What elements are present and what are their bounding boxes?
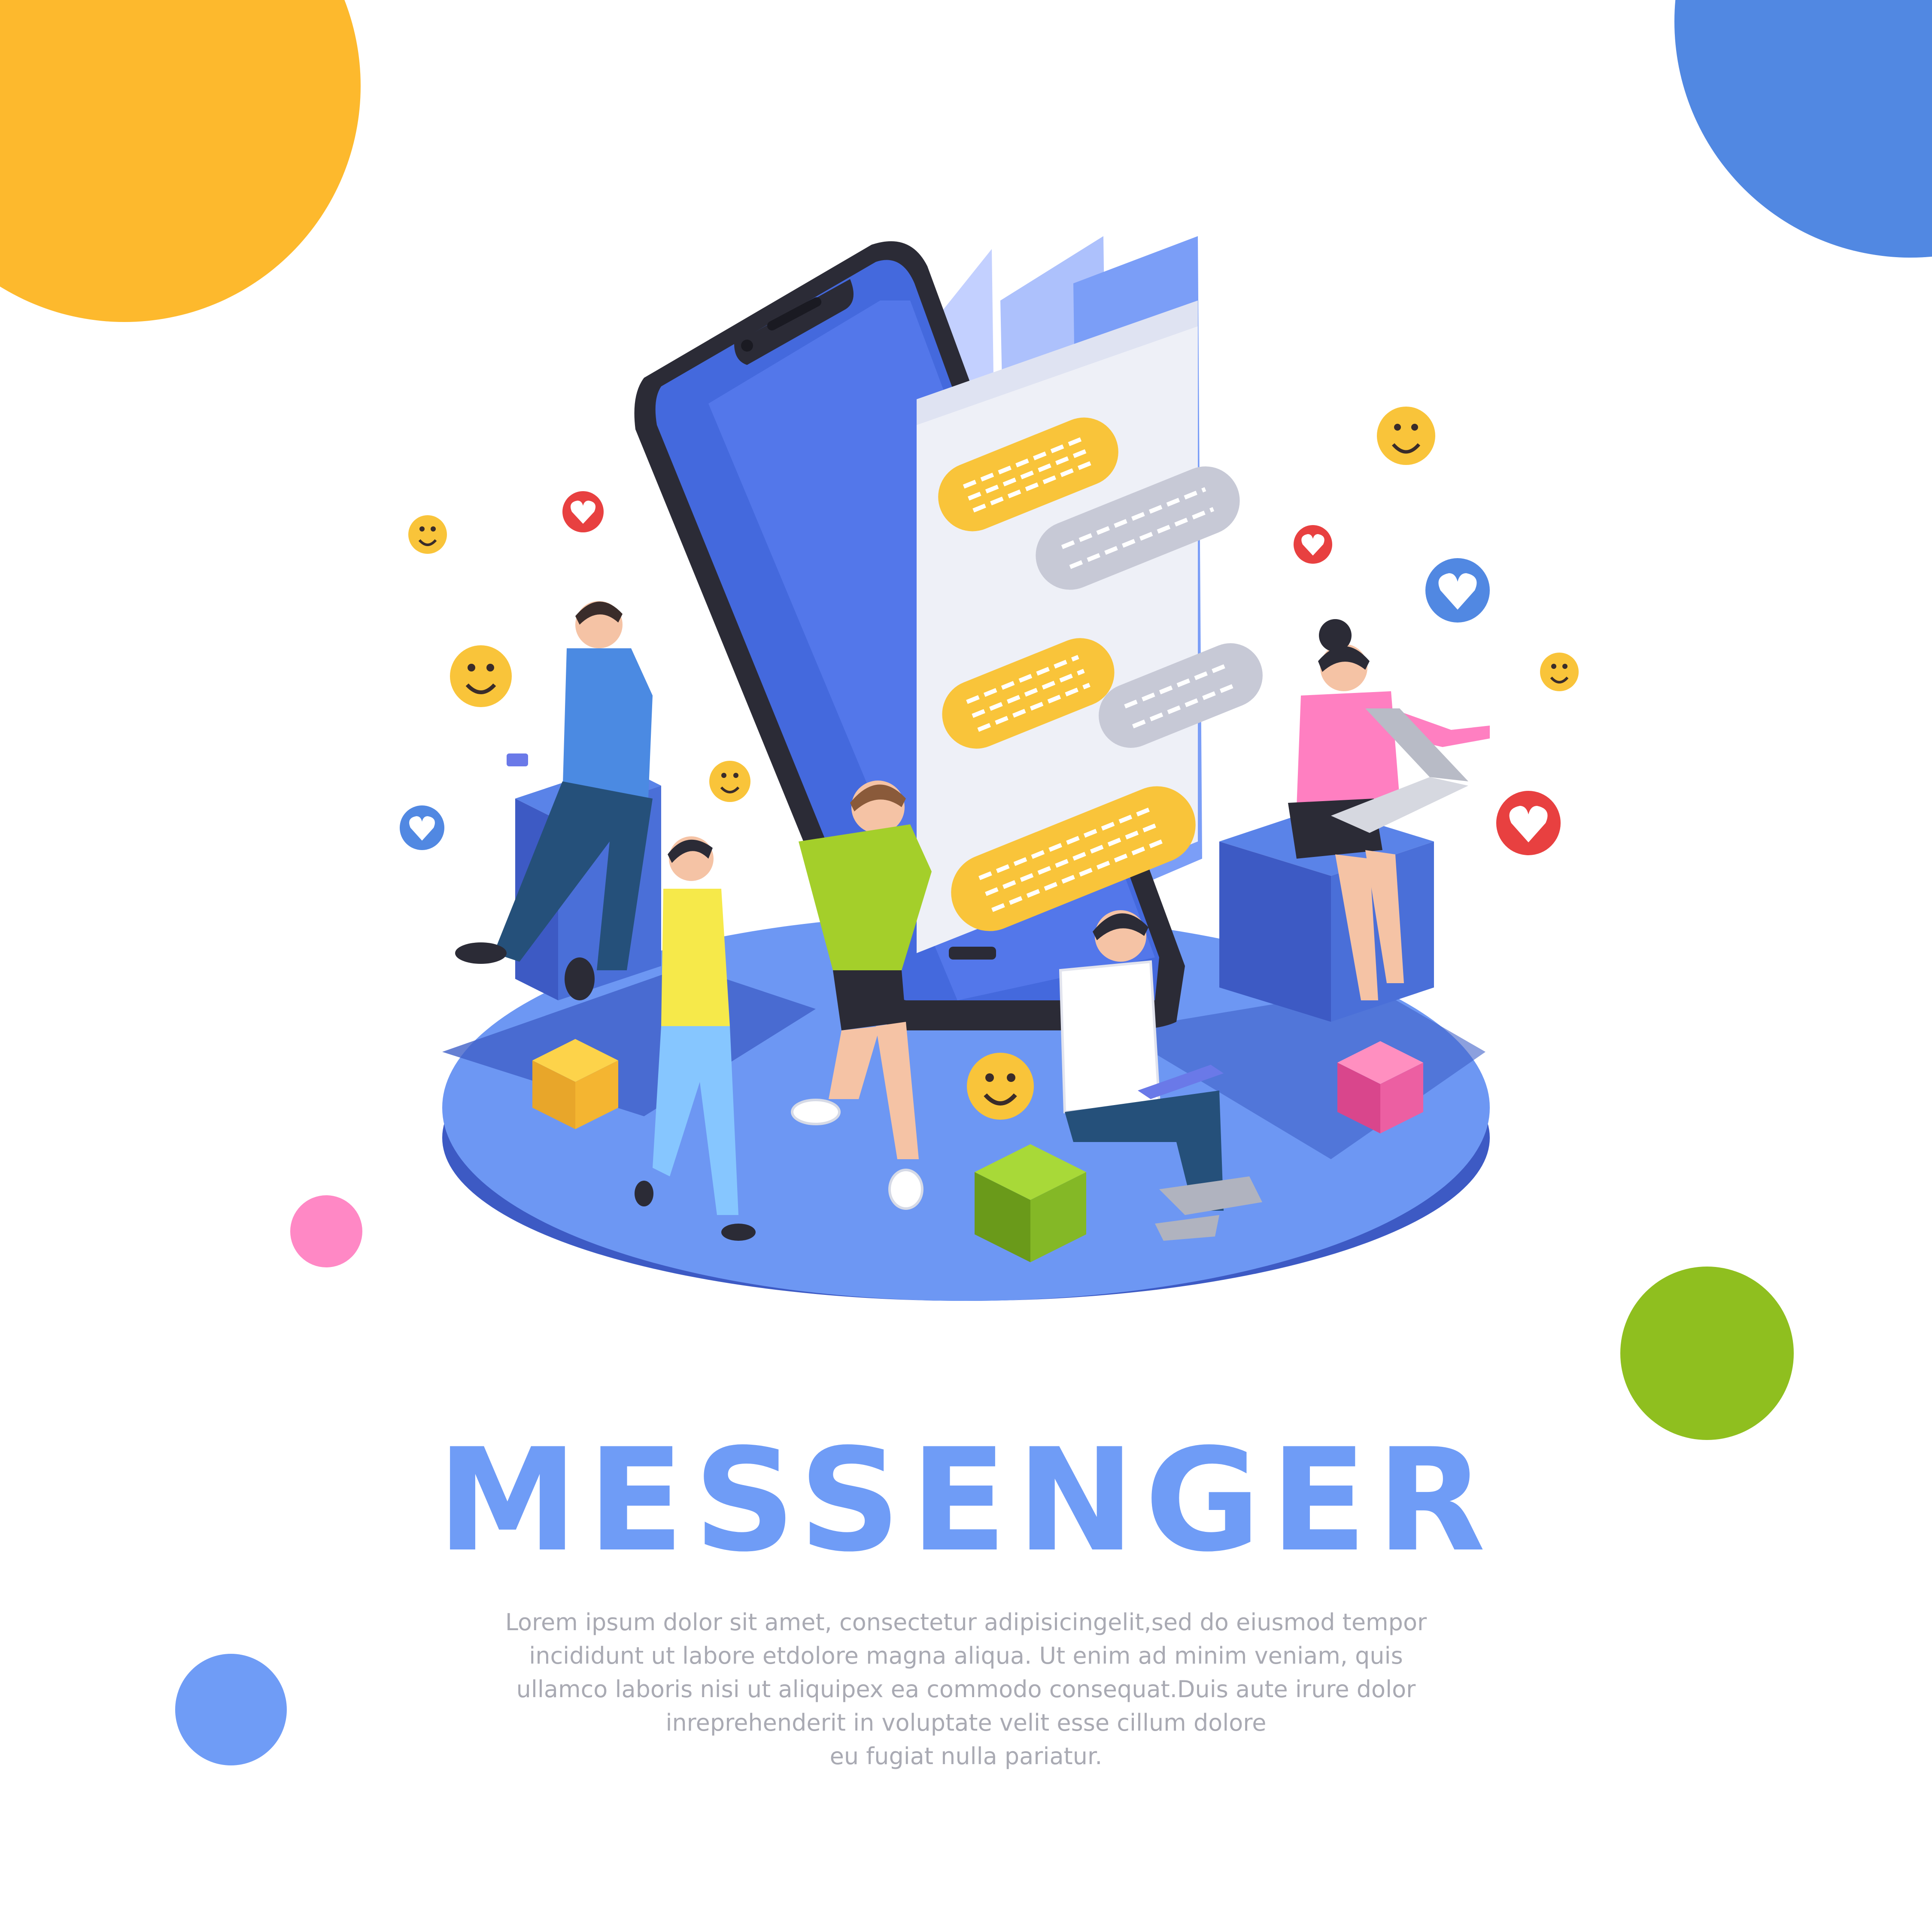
smiley-icon [450,645,512,707]
headline: MESSENGER [437,1418,1495,1583]
decor-circle-yellow [0,0,361,322]
heart-icon [1294,525,1332,564]
decor-circle-pink [290,1195,362,1267]
body-line: ullamco laboris nisi ut aliquipex ea com… [516,1676,1416,1703]
body-line: Lorem ipsum dolor sit amet, consectetur … [505,1609,1427,1636]
smiley-icon [709,761,750,802]
decor-circle-blue-large [1674,0,1932,258]
decor-circle-green [1620,1267,1794,1440]
smiley-icon [967,1053,1034,1120]
body-line: eu fugiat nulla pariatur. [829,1743,1103,1770]
heart-icon [400,805,444,850]
body-line: inreprehenderit in voluptate velit esse … [665,1709,1267,1736]
body-paragraph: Lorem ipsum dolor sit amet, consectetur … [451,1606,1481,1773]
smiley-icon [1377,407,1435,465]
smiley-icon [408,515,447,554]
body-line: incididunt ut labore etdolore magna aliq… [529,1642,1403,1669]
heart-icon [1425,558,1490,623]
decor-circle-blue-small [175,1654,287,1765]
heart-icon [562,491,604,532]
heart-icon [1496,791,1561,855]
smiley-icon [1540,653,1579,691]
